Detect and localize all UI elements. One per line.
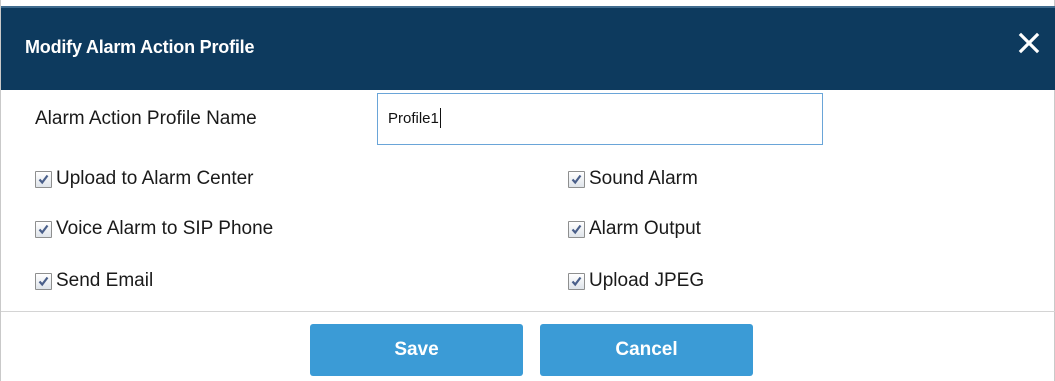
option-upload-jpeg[interactable]: Upload JPEG: [568, 270, 704, 292]
option-label: Sound Alarm: [589, 168, 698, 189]
checkmark-icon: [38, 276, 49, 286]
checkmark-icon: [38, 174, 49, 184]
voice-alarm-to-sip-phone-checkbox[interactable]: [35, 220, 52, 238]
option-label: Voice Alarm to SIP Phone: [56, 218, 274, 239]
upload-to-alarm-center-checkbox[interactable]: [35, 170, 52, 188]
option-voice-alarm-to-sip-phone[interactable]: Voice Alarm to SIP Phone: [35, 218, 273, 240]
alarm-output-checkbox[interactable]: [568, 220, 585, 238]
checkmark-icon: [571, 174, 582, 184]
dialog-title: Modify Alarm Action Profile: [25, 37, 255, 57]
option-sound-alarm[interactable]: Sound Alarm: [568, 168, 698, 190]
checkmark-icon: [38, 224, 49, 234]
text-caret: [439, 107, 441, 128]
close-icon: [1018, 32, 1040, 54]
profile-name-value: Profile1: [388, 110, 439, 127]
option-upload-to-alarm-center[interactable]: Upload to Alarm Center: [35, 168, 254, 190]
modify-alarm-action-profile-dialog: Modify Alarm Action Profile Alarm Action…: [0, 0, 1055, 381]
footer-divider: [1, 311, 1055, 312]
checkmark-icon: [571, 224, 582, 234]
profile-name-label: Alarm Action Profile Name: [35, 108, 257, 129]
option-label: Send Email: [56, 270, 154, 291]
close-button[interactable]: [1016, 30, 1042, 56]
checkmark-icon: [571, 276, 582, 286]
option-label: Alarm Output: [589, 218, 701, 239]
cancel-button[interactable]: Cancel: [540, 324, 753, 376]
option-send-email[interactable]: Send Email: [35, 270, 153, 292]
profile-name-input[interactable]: Profile1: [377, 93, 823, 145]
save-button[interactable]: Save: [310, 324, 523, 376]
dialog-titlebar: Modify Alarm Action Profile: [1, 6, 1055, 90]
send-email-checkbox[interactable]: [35, 272, 52, 290]
option-alarm-output[interactable]: Alarm Output: [568, 218, 701, 240]
upload-jpeg-checkbox[interactable]: [568, 272, 585, 290]
option-label: Upload JPEG: [589, 270, 705, 291]
option-label: Upload to Alarm Center: [56, 168, 254, 189]
sound-alarm-checkbox[interactable]: [568, 170, 585, 188]
